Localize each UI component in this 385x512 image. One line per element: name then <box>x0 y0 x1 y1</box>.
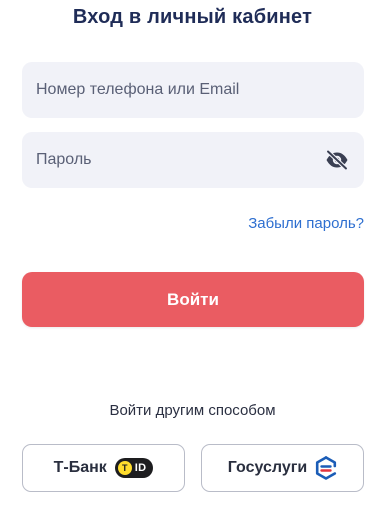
tbank-label: Т-Банк <box>53 459 107 476</box>
gosuslugi-login-button[interactable]: Госуслуги <box>201 444 364 492</box>
password-input[interactable] <box>36 151 324 169</box>
tbank-id-text: ID <box>134 462 147 474</box>
alternative-login-caption: Войти другим способом <box>109 402 276 419</box>
page-title: Вход в личный кабинет <box>72 6 313 28</box>
password-field[interactable] <box>22 132 364 188</box>
forgot-password-link[interactable]: Забыли пароль? <box>248 215 364 232</box>
tbank-login-button[interactable]: Т-Банк T ID <box>22 444 185 492</box>
tbank-shield-icon: T <box>117 461 132 475</box>
eye-off-icon[interactable] <box>324 149 350 171</box>
tbank-id-icon: T ID <box>114 458 154 478</box>
login-button[interactable]: Войти <box>22 272 364 327</box>
login-field[interactable] <box>22 62 364 118</box>
gosuslugi-icon <box>315 456 337 480</box>
gosuslugi-label: Госуслуги <box>227 459 308 476</box>
login-input[interactable] <box>36 81 350 99</box>
